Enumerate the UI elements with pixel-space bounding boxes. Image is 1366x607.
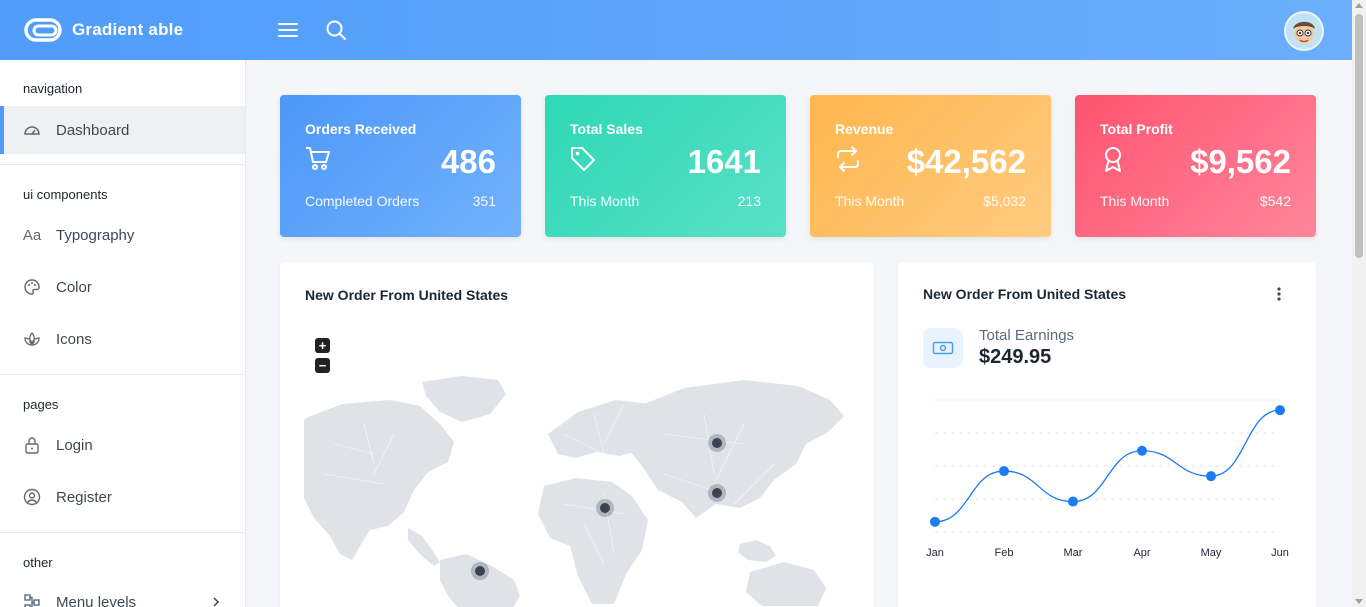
- stat-title: Total Profit: [1100, 121, 1173, 137]
- sidebar-item-color[interactable]: Color: [0, 263, 245, 311]
- zoom-out-button[interactable]: −: [315, 358, 330, 373]
- map-marker-egypt[interactable]: [596, 499, 614, 517]
- sidebar-item-label: Color: [56, 278, 92, 296]
- x-tick-label: May: [1201, 547, 1222, 559]
- repeat-icon: [837, 146, 859, 172]
- data-point-mar[interactable]: [1068, 496, 1078, 507]
- x-tick-label: Apr: [1133, 547, 1150, 559]
- divider: [0, 374, 245, 375]
- stat-sub-label: This Month: [835, 193, 905, 209]
- stat-sub-label: Completed Orders: [305, 193, 420, 209]
- search-icon: [326, 20, 346, 40]
- top-header: Gradient able: [0, 0, 1352, 60]
- search-button[interactable]: [324, 18, 348, 42]
- stat-value: $42,562: [906, 143, 1026, 180]
- brand-name: Gradient able: [72, 20, 184, 39]
- stat-sub-label: This Month: [570, 193, 640, 209]
- scroll-up-arrow-icon[interactable]: [1355, 3, 1363, 8]
- user-circle-icon: [22, 487, 42, 507]
- sidebar-item-label: Dashboard: [56, 121, 130, 139]
- stat-value: 1641: [687, 143, 761, 180]
- map-marker-brazil[interactable]: [471, 562, 489, 580]
- scroll-down-arrow-icon[interactable]: [1355, 599, 1363, 604]
- chevron-right-icon: [213, 597, 220, 607]
- flower-icon: [22, 329, 42, 349]
- x-tick-label: Jun: [1271, 547, 1289, 559]
- lock-icon: [22, 435, 42, 455]
- stat-title: Revenue: [835, 121, 894, 137]
- earnings-line-chart[interactable]: Jan Feb Mar Apr May Jun: [898, 382, 1316, 572]
- sidebar-item-typography[interactable]: Aa Typography: [0, 211, 245, 259]
- zoom-in-button[interactable]: +: [315, 338, 330, 353]
- page-scrollbar[interactable]: [1352, 0, 1366, 607]
- data-point-jun[interactable]: [1275, 405, 1285, 416]
- stat-sub-value: 351: [472, 193, 496, 209]
- logo-icon: [24, 18, 62, 42]
- sidebar-item-register[interactable]: Register: [0, 473, 245, 521]
- stat-card-sales: Total Sales 1641 This Month 213: [545, 95, 786, 237]
- stat-sub-value: $542: [1259, 193, 1291, 209]
- divider: [0, 164, 245, 165]
- sidebar-item-label: Icons: [56, 330, 92, 348]
- menu-toggle-button[interactable]: [276, 18, 300, 42]
- earnings-card: New Order From United States Total Earni…: [898, 262, 1316, 607]
- stat-card-revenue: Revenue $42,562 This Month $5,032: [810, 95, 1051, 237]
- tag-icon: [571, 147, 595, 171]
- x-tick-label: Jan: [926, 547, 944, 559]
- data-point-feb[interactable]: [999, 466, 1009, 477]
- dashboard-gauge-icon: [22, 120, 42, 140]
- data-point-may[interactable]: [1206, 471, 1216, 482]
- x-tick-label: Feb: [995, 547, 1014, 559]
- stat-card-orders: Orders Received 486 Completed Orders 351: [280, 95, 521, 237]
- x-tick-label: Mar: [1064, 547, 1083, 559]
- sidebar-item-icons[interactable]: Icons: [0, 315, 245, 363]
- typography-icon: Aa: [22, 226, 42, 244]
- avatar-face-icon: [1286, 13, 1322, 49]
- map-marker-russia[interactable]: [708, 434, 726, 452]
- award-icon: [1105, 147, 1121, 172]
- hamburger-icon: [278, 23, 298, 37]
- nav-caption-pages: pages: [23, 397, 59, 412]
- world-map[interactable]: [304, 374, 850, 607]
- banknote-icon: [932, 341, 954, 355]
- data-point-apr[interactable]: [1137, 445, 1147, 456]
- data-point-jan[interactable]: [930, 516, 940, 527]
- stat-sub-value: $5,032: [983, 193, 1026, 209]
- scroll-thumb[interactable]: [1355, 14, 1363, 258]
- earnings-card-title: New Order From United States: [923, 286, 1127, 302]
- sidebar-item-menu-levels[interactable]: Menu levels: [0, 578, 245, 607]
- earnings-value: $249.95: [979, 346, 1052, 368]
- sidebar-item-label: Register: [56, 488, 112, 506]
- map-card-title: New Order From United States: [305, 287, 509, 303]
- earnings-label: Total Earnings: [979, 327, 1075, 344]
- stat-card-profit: Total Profit $9,562 This Month $542: [1075, 95, 1316, 237]
- map-marker-china[interactable]: [708, 484, 726, 502]
- earnings-icon-tile: [923, 328, 963, 368]
- nav-caption-other: other: [23, 555, 53, 570]
- nav-caption-ui-components: ui components: [23, 187, 108, 202]
- divider: [0, 532, 245, 533]
- stat-sub-value: 213: [737, 193, 761, 209]
- sidebar-item-label: Menu levels: [56, 593, 137, 607]
- stat-title: Orders Received: [305, 121, 417, 137]
- user-avatar[interactable]: [1284, 11, 1324, 51]
- stat-title: Total Sales: [570, 121, 643, 137]
- sidebar-item-label: Typography: [56, 226, 135, 244]
- stat-value: 486: [440, 143, 496, 180]
- more-vertical-icon[interactable]: [1276, 286, 1282, 302]
- map-card: New Order From United States + −: [280, 262, 874, 607]
- sidebar-item-dashboard[interactable]: Dashboard: [0, 106, 245, 154]
- brand-logo[interactable]: Gradient able: [24, 16, 183, 44]
- sidebar-item-label: Login: [56, 436, 93, 454]
- menu-levels-icon: [22, 592, 42, 607]
- stat-sub-label: This Month: [1100, 193, 1170, 209]
- sidebar-item-login[interactable]: Login: [0, 421, 245, 469]
- nav-caption-navigation: navigation: [23, 81, 83, 96]
- cart-icon: [306, 147, 330, 170]
- sidebar: navigation Dashboard ui components Aa Ty…: [0, 60, 246, 607]
- palette-icon: [22, 277, 42, 297]
- stat-value: $9,562: [1190, 143, 1291, 180]
